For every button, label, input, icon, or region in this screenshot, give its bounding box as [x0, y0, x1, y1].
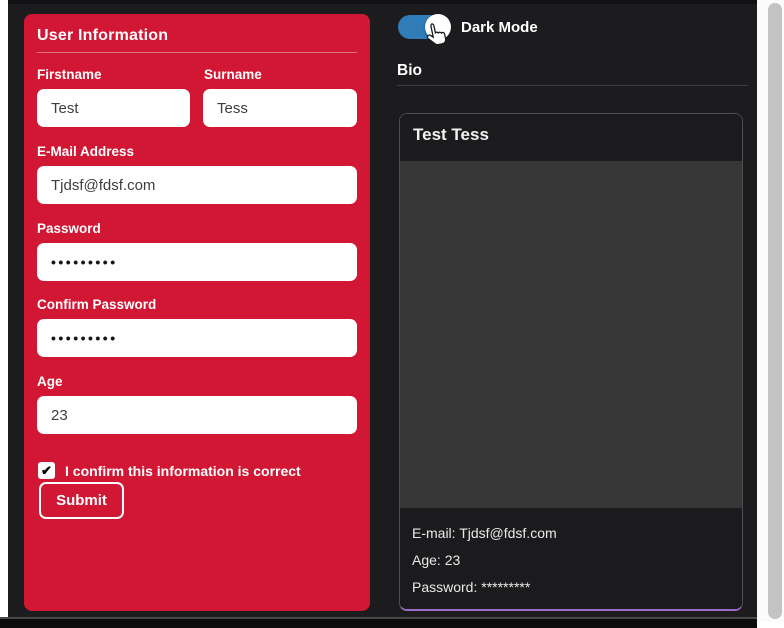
- vertical-scrollbar: [757, 0, 784, 622]
- confirm-password-label: Confirm Password: [37, 297, 156, 312]
- bio-card-header: Test Tess: [400, 114, 742, 161]
- window-bottom-edge: [0, 617, 757, 628]
- bio-section-divider: [397, 85, 748, 86]
- dark-mode-label: Dark Mode: [461, 19, 538, 36]
- password-input[interactable]: [37, 243, 357, 281]
- confirm-password-input[interactable]: [37, 319, 357, 357]
- bio-card-body: [400, 161, 742, 508]
- checkmark-icon: ✔: [41, 464, 52, 477]
- email-input[interactable]: [37, 166, 357, 204]
- firstname-label: Firstname: [37, 67, 102, 82]
- scrollbar-thumb[interactable]: [768, 3, 782, 619]
- screen: User Information Firstname Surname E-Mai…: [0, 0, 784, 628]
- bio-card: Test Tess E-mail: Tjdsf@fdsf.com Age: 23…: [399, 113, 743, 611]
- confirm-checkbox-row: ✔ I confirm this information is correct: [38, 462, 301, 479]
- bio-card-footer: E-mail: Tjdsf@fdsf.com Age: 23 Password:…: [400, 508, 742, 610]
- bio-age-line: Age: 23: [412, 552, 460, 568]
- user-information-panel: User Information Firstname Surname E-Mai…: [24, 14, 370, 611]
- submit-button[interactable]: Submit: [39, 482, 124, 519]
- age-label: Age: [37, 374, 63, 389]
- surname-label: Surname: [204, 67, 262, 82]
- confirm-checkbox[interactable]: ✔: [38, 462, 55, 479]
- form-title: User Information: [37, 27, 168, 45]
- email-label: E-Mail Address: [37, 144, 134, 159]
- firstname-input[interactable]: [37, 89, 190, 127]
- bio-password-line: Password: *********: [412, 579, 530, 595]
- bio-card-name: Test Tess: [413, 125, 489, 145]
- confirm-checkbox-label: I confirm this information is correct: [65, 463, 301, 479]
- hand-cursor-icon: [424, 21, 449, 51]
- bio-section-title: Bio: [397, 62, 422, 80]
- form-title-divider: [37, 52, 357, 53]
- age-input[interactable]: [37, 396, 357, 434]
- password-label: Password: [37, 221, 101, 236]
- surname-input[interactable]: [203, 89, 357, 127]
- window-top-edge: [8, 0, 757, 4]
- bio-email-line: E-mail: Tjdsf@fdsf.com: [412, 525, 557, 541]
